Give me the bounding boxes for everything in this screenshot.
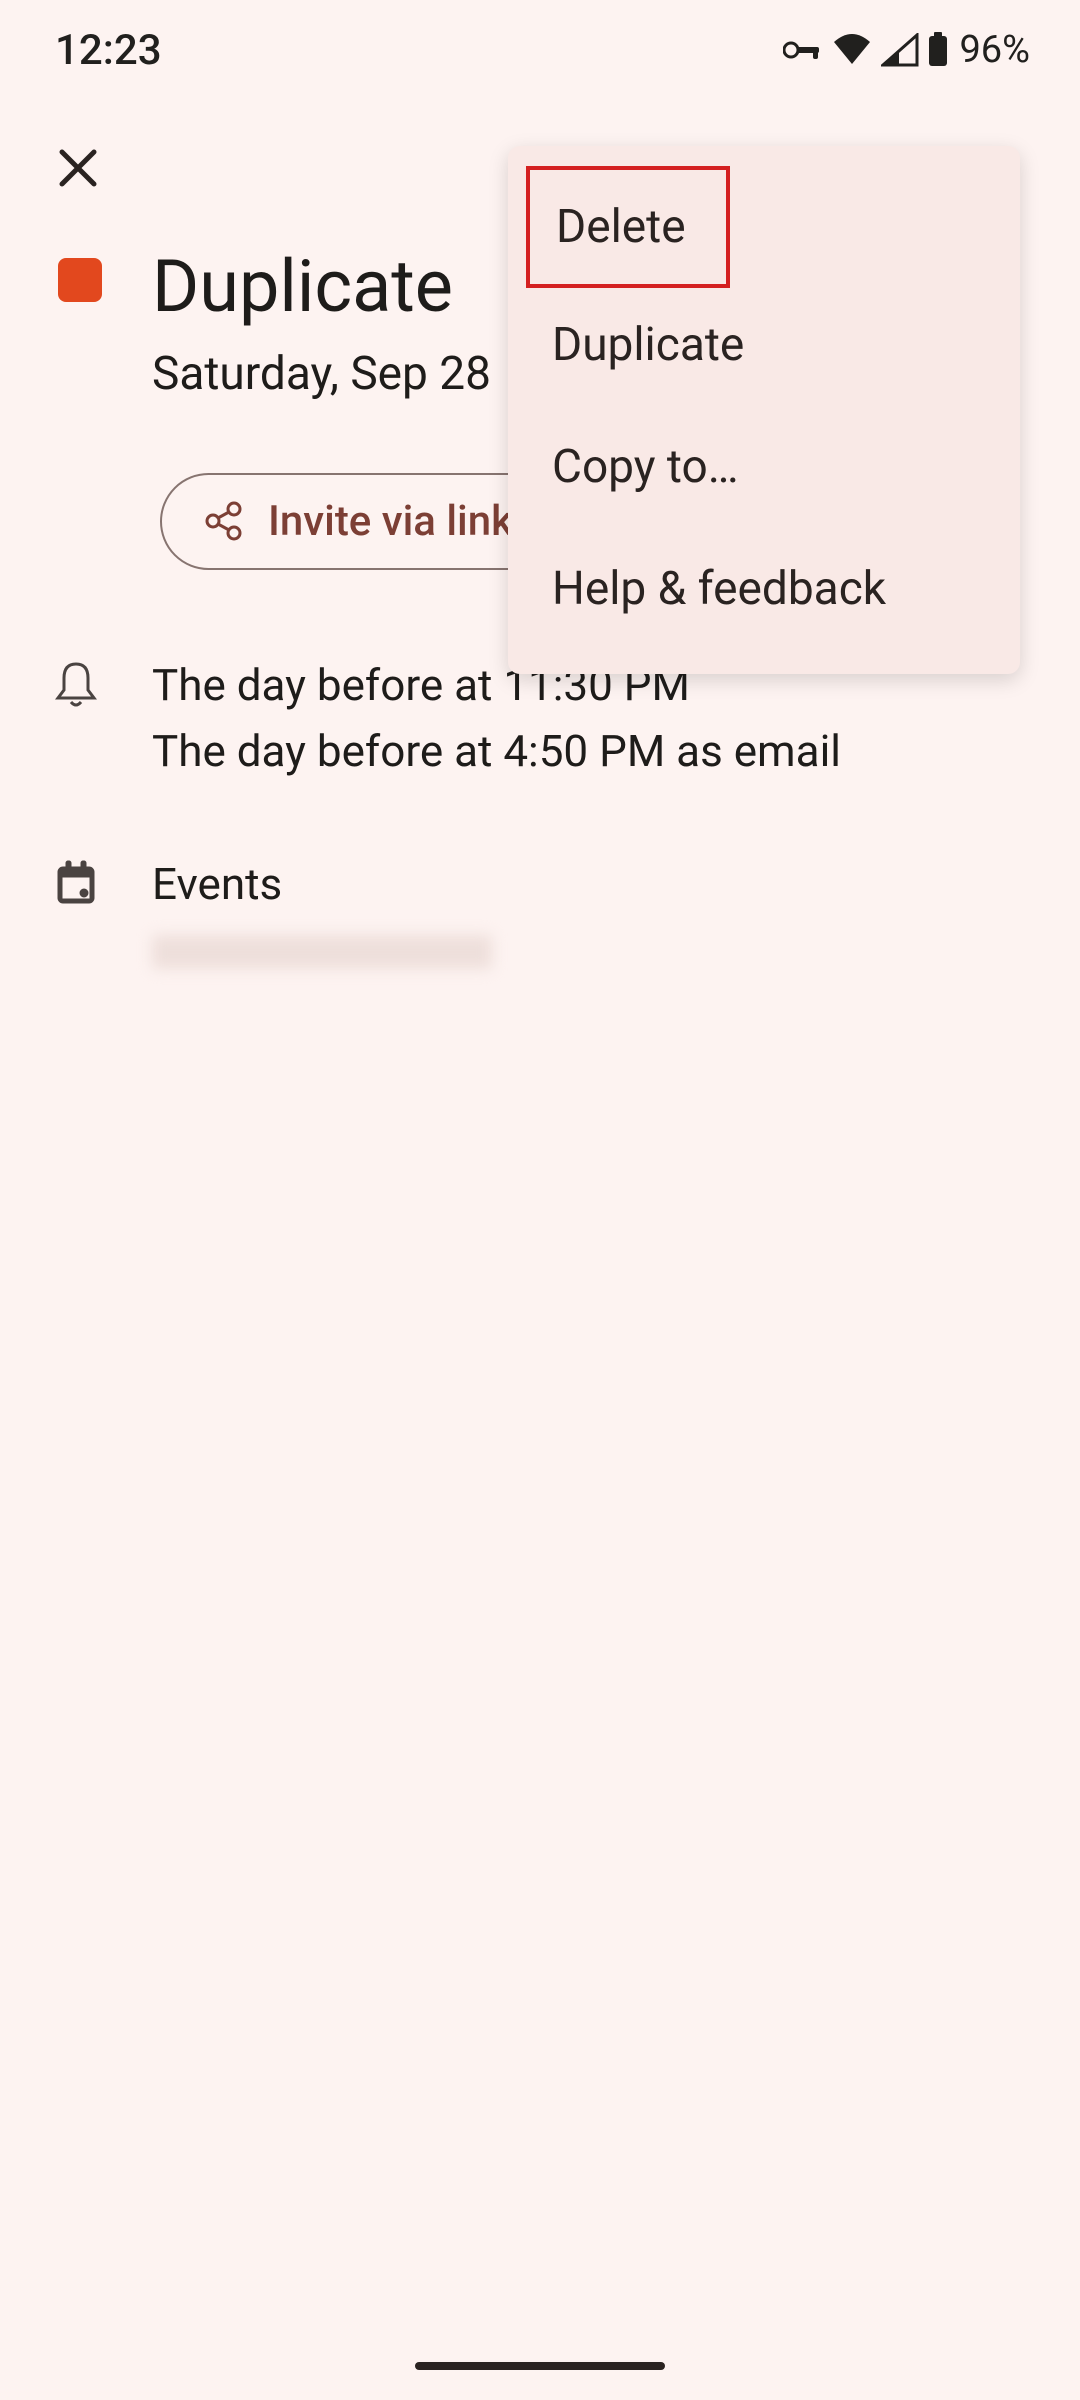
invite-via-link-button[interactable]: Invite via link — [160, 473, 563, 570]
share-icon — [204, 501, 244, 541]
nav-handle[interactable] — [415, 2362, 665, 2370]
bell-icon — [54, 654, 98, 786]
battery-icon — [927, 32, 949, 68]
signal-icon — [881, 33, 919, 67]
menu-item-duplicate[interactable]: Duplicate — [508, 284, 1020, 406]
close-button[interactable] — [50, 140, 106, 196]
invite-label: Invite via link — [268, 497, 513, 546]
menu-item-delete[interactable]: Delete — [526, 166, 730, 288]
calendar-name: Events — [152, 853, 1040, 917]
status-icons: 96% — [783, 28, 1030, 72]
calendar-row[interactable]: Events — [0, 819, 1080, 1005]
overflow-menu: Delete Duplicate Copy to… Help & feedbac… — [508, 146, 1020, 674]
calendar-icon — [54, 853, 98, 971]
event-color-indicator — [58, 258, 102, 302]
menu-item-copy-to[interactable]: Copy to… — [508, 406, 1020, 528]
notification-line-2: The day before at 4:50 PM as email — [152, 720, 1040, 784]
vpn-key-icon — [783, 38, 823, 62]
status-time: 12:23 — [55, 26, 162, 75]
status-bar: 12:23 96% — [0, 0, 1080, 90]
close-icon — [56, 146, 100, 190]
calendar-account-redacted — [152, 935, 492, 969]
battery-percentage: 96% — [959, 28, 1030, 72]
wifi-icon — [831, 34, 873, 66]
calendar-content: Events — [152, 853, 1040, 971]
menu-item-help-feedback[interactable]: Help & feedback — [508, 528, 1020, 650]
